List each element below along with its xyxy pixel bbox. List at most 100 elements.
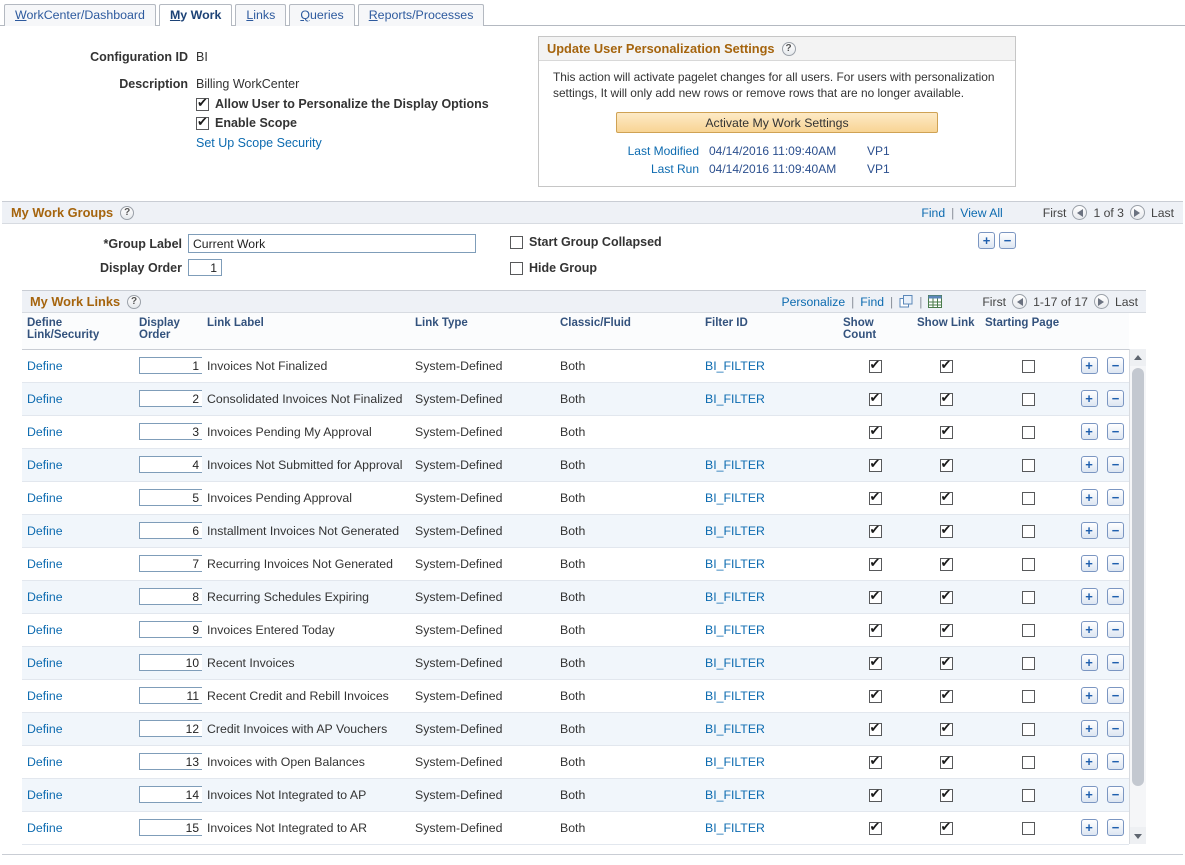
hide-group-checkbox[interactable] (510, 262, 523, 275)
show-count-checkbox[interactable] (869, 426, 882, 439)
define-link[interactable]: Define (27, 788, 63, 802)
add-row-button[interactable]: + (1081, 456, 1098, 473)
add-row-button[interactable]: + (1081, 720, 1098, 737)
display-order-input[interactable] (139, 522, 202, 539)
add-group-button[interactable]: + (978, 232, 995, 249)
define-link[interactable]: Define (27, 359, 63, 373)
add-row-button[interactable]: + (1081, 753, 1098, 770)
define-link[interactable]: Define (27, 623, 63, 637)
show-link-checkbox[interactable] (940, 723, 953, 736)
enable-scope-checkbox[interactable] (196, 117, 209, 130)
delete-row-button[interactable]: − (1107, 621, 1124, 638)
filter-id-link[interactable]: BI_FILTER (705, 557, 765, 571)
define-link[interactable]: Define (27, 722, 63, 736)
show-count-checkbox[interactable] (869, 657, 882, 670)
display-order-input[interactable] (139, 423, 202, 440)
zoom-popup-icon[interactable] (899, 295, 913, 308)
starting-page-checkbox[interactable] (1022, 789, 1035, 802)
delete-group-button[interactable]: − (999, 232, 1016, 249)
add-row-button[interactable]: + (1081, 687, 1098, 704)
help-icon[interactable] (782, 42, 796, 56)
show-count-checkbox[interactable] (869, 525, 882, 538)
scrollbar-thumb[interactable] (1132, 368, 1144, 786)
define-link[interactable]: Define (27, 821, 63, 835)
add-row-button[interactable]: + (1081, 819, 1098, 836)
delete-row-button[interactable]: − (1107, 522, 1124, 539)
delete-row-button[interactable]: − (1107, 390, 1124, 407)
delete-row-button[interactable]: − (1107, 687, 1124, 704)
delete-row-button[interactable]: − (1107, 786, 1124, 803)
set-up-scope-security-link[interactable]: Set Up Scope Security (196, 136, 322, 150)
show-link-checkbox[interactable] (940, 822, 953, 835)
define-link[interactable]: Define (27, 557, 63, 571)
previous-page-icon[interactable] (1072, 205, 1087, 220)
show-count-checkbox[interactable] (869, 492, 882, 505)
display-order-input[interactable] (139, 357, 202, 374)
starting-page-checkbox[interactable] (1022, 690, 1035, 703)
tab-queries[interactable]: Queries (289, 4, 354, 26)
starting-page-checkbox[interactable] (1022, 756, 1035, 769)
show-count-checkbox[interactable] (869, 459, 882, 472)
define-link[interactable]: Define (27, 755, 63, 769)
show-link-checkbox[interactable] (940, 492, 953, 505)
show-link-checkbox[interactable] (940, 657, 953, 670)
show-link-checkbox[interactable] (940, 690, 953, 703)
define-link[interactable]: Define (27, 392, 63, 406)
show-link-checkbox[interactable] (940, 360, 953, 373)
delete-row-button[interactable]: − (1107, 753, 1124, 770)
starting-page-checkbox[interactable] (1022, 459, 1035, 472)
help-icon[interactable] (120, 206, 134, 220)
filter-id-link[interactable]: BI_FILTER (705, 590, 765, 604)
add-row-button[interactable]: + (1081, 621, 1098, 638)
show-count-checkbox[interactable] (869, 624, 882, 637)
add-row-button[interactable]: + (1081, 489, 1098, 506)
vertical-scrollbar[interactable] (1129, 349, 1146, 844)
filter-id-link[interactable]: BI_FILTER (705, 491, 765, 505)
delete-row-button[interactable]: − (1107, 423, 1124, 440)
download-to-excel-icon[interactable] (928, 295, 942, 308)
starting-page-checkbox[interactable] (1022, 591, 1035, 604)
display-order-input[interactable] (139, 456, 202, 473)
add-row-button[interactable]: + (1081, 522, 1098, 539)
help-icon[interactable] (127, 295, 141, 309)
next-rows-icon[interactable] (1094, 294, 1109, 309)
tab-my-work[interactable]: My Work (159, 4, 232, 26)
show-count-checkbox[interactable] (869, 393, 882, 406)
display-order-input[interactable] (139, 720, 202, 737)
display-order-input[interactable] (139, 786, 202, 803)
show-count-checkbox[interactable] (869, 690, 882, 703)
show-count-checkbox[interactable] (869, 360, 882, 373)
show-count-checkbox[interactable] (869, 591, 882, 604)
filter-id-link[interactable]: BI_FILTER (705, 392, 765, 406)
show-link-checkbox[interactable] (940, 393, 953, 406)
delete-row-button[interactable]: − (1107, 555, 1124, 572)
delete-row-button[interactable]: − (1107, 720, 1124, 737)
delete-row-button[interactable]: − (1107, 654, 1124, 671)
show-link-checkbox[interactable] (940, 624, 953, 637)
filter-id-link[interactable]: BI_FILTER (705, 722, 765, 736)
show-count-checkbox[interactable] (869, 756, 882, 769)
display-order-input[interactable] (139, 753, 202, 770)
starting-page-checkbox[interactable] (1022, 558, 1035, 571)
display-order-input[interactable] (139, 654, 202, 671)
add-row-button[interactable]: + (1081, 357, 1098, 374)
tab-reports-processes[interactable]: Reports/Processes (358, 4, 485, 26)
display-order-input[interactable] (139, 588, 202, 605)
tab-links[interactable]: Links (235, 4, 286, 26)
show-count-checkbox[interactable] (869, 558, 882, 571)
scroll-up-icon[interactable] (1130, 349, 1146, 366)
filter-id-link[interactable]: BI_FILTER (705, 689, 765, 703)
add-row-button[interactable]: + (1081, 786, 1098, 803)
personalize-link[interactable]: Personalize (781, 295, 845, 309)
define-link[interactable]: Define (27, 689, 63, 703)
tab-workcenter-dashboard[interactable]: WorkCenter/Dashboard (4, 4, 156, 26)
filter-id-link[interactable]: BI_FILTER (705, 524, 765, 538)
add-row-button[interactable]: + (1081, 423, 1098, 440)
delete-row-button[interactable]: − (1107, 819, 1124, 836)
delete-row-button[interactable]: − (1107, 456, 1124, 473)
show-link-checkbox[interactable] (940, 459, 953, 472)
display-order-input[interactable] (139, 489, 202, 506)
view-all-link[interactable]: View All (960, 206, 1002, 220)
find-link[interactable]: Find (921, 206, 945, 220)
starting-page-checkbox[interactable] (1022, 426, 1035, 439)
